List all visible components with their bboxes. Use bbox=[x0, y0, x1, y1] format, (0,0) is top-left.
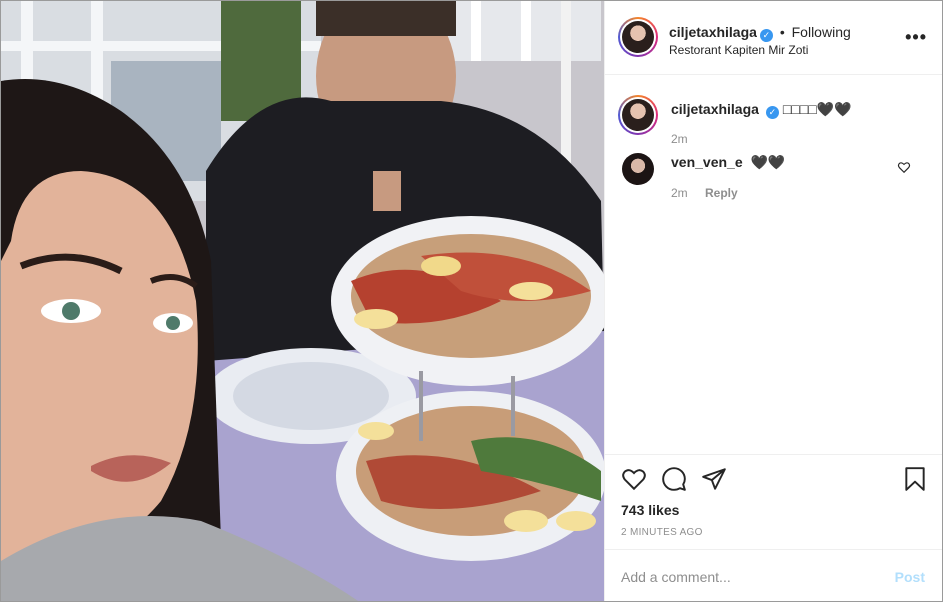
comment-like-heart-icon[interactable] bbox=[897, 160, 911, 174]
more-options-button[interactable]: ••• bbox=[905, 27, 927, 48]
caption-avatar[interactable] bbox=[618, 95, 658, 135]
instagram-post-modal: ciljetaxhilaga ✓ • Following Restorant Ka… bbox=[0, 0, 943, 602]
bookmark-icon[interactable] bbox=[902, 466, 928, 492]
post-side-panel: ciljetaxhilaga ✓ • Following Restorant Ka… bbox=[604, 1, 942, 601]
post-photo[interactable] bbox=[1, 1, 604, 601]
comment-text: ven_ven_e 🖤🖤 bbox=[671, 154, 785, 171]
likes-count[interactable]: 743 likes bbox=[621, 502, 679, 518]
post-comment-button[interactable]: Post bbox=[895, 569, 925, 585]
caption-text: ciljetaxhilaga ✓ □□□□🖤🖤 bbox=[671, 101, 852, 119]
reply-button[interactable]: Reply bbox=[705, 186, 738, 200]
heart-icon[interactable] bbox=[621, 466, 647, 492]
add-comment-bar: Post bbox=[605, 549, 942, 601]
share-icon[interactable] bbox=[701, 466, 727, 492]
verified-badge-icon: ✓ bbox=[765, 106, 779, 119]
comment-meta: 2m Reply bbox=[671, 186, 738, 200]
comment-time[interactable]: 2m bbox=[671, 186, 688, 200]
comment-icon[interactable] bbox=[661, 466, 687, 492]
author-avatar[interactable] bbox=[618, 17, 658, 57]
verified-badge-icon: ✓ bbox=[759, 29, 773, 42]
follow-separator: • bbox=[779, 24, 785, 40]
comment-input[interactable] bbox=[621, 566, 881, 588]
post-photo-image bbox=[1, 1, 604, 601]
following-button[interactable]: Following bbox=[792, 24, 851, 40]
post-timestamp[interactable]: 2 MINUTES AGO bbox=[621, 527, 703, 538]
commenter-username[interactable]: ven_ven_e bbox=[671, 154, 743, 170]
author-username[interactable]: ciljetaxhilaga bbox=[669, 24, 757, 40]
post-header: ciljetaxhilaga ✓ • Following Restorant Ka… bbox=[605, 1, 942, 75]
caption-time[interactable]: 2m bbox=[671, 132, 688, 146]
post-location[interactable]: Restorant Kapiten Mir Zoti bbox=[669, 43, 808, 57]
comment-body: 🖤🖤 bbox=[750, 154, 786, 170]
caption-username[interactable]: ciljetaxhilaga bbox=[671, 101, 759, 117]
author-line: ciljetaxhilaga ✓ • Following bbox=[669, 24, 851, 42]
commenter-avatar[interactable] bbox=[622, 153, 654, 185]
post-actions: 743 likes 2 MINUTES AGO bbox=[605, 454, 942, 549]
caption-body: □□□□🖤🖤 bbox=[782, 101, 852, 117]
